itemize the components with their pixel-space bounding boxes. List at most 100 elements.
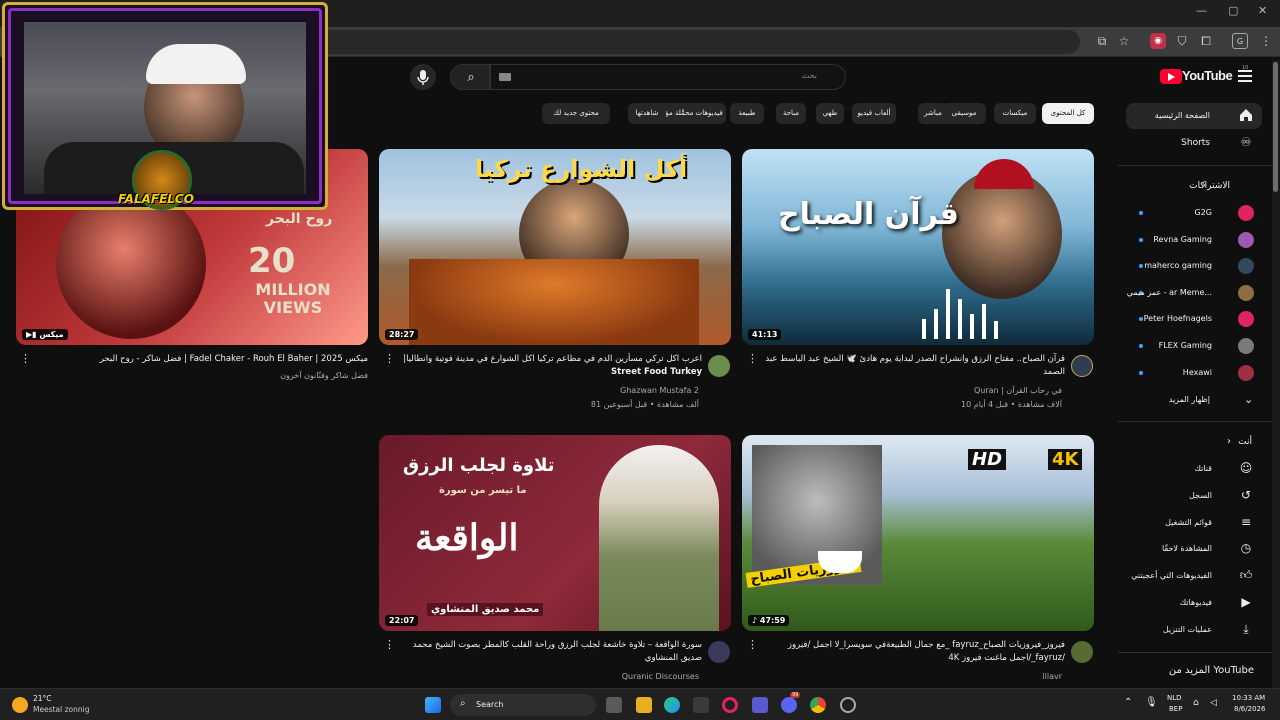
search-input[interactable]: بحث: [490, 64, 846, 90]
store-icon[interactable]: [693, 697, 709, 713]
youtube-logo[interactable]: YouTube 10: [1160, 65, 1248, 86]
volume-icon[interactable]: ◁: [1210, 698, 1217, 708]
taskbar-search[interactable]: ⌕ Search: [450, 694, 596, 716]
sidebar-item-you[interactable]: عمليات التنزيل ⤓: [1126, 617, 1262, 643]
sidebar-item-home[interactable]: الصفحة الرئيسية: [1126, 103, 1262, 129]
sidebar-item-subscription[interactable]: FLEX Gaming: [1126, 333, 1262, 359]
start-windows-icon[interactable]: [425, 697, 441, 713]
more-options-icon[interactable]: ⋮: [384, 639, 395, 650]
chrome-icon[interactable]: [810, 697, 826, 713]
sidebar-item-label: FLEX Gaming: [1158, 341, 1212, 350]
video-channel[interactable]: فضل شاكر وفنّانون آخرون: [30, 371, 368, 380]
sidebar-item-you[interactable]: قناتك ☺: [1126, 456, 1262, 482]
channel-avatar[interactable]: [1071, 641, 1093, 663]
chip-4[interactable]: ألعاب فيديو: [852, 103, 896, 124]
video-thumbnail[interactable]: تلاوة لجلب الرزق ما تيسر من سورة الواقعة…: [379, 435, 731, 631]
chevron-up-icon[interactable]: ⌃: [1124, 697, 1132, 708]
search-button[interactable]: ⌕: [450, 64, 490, 90]
chip-7[interactable]: طبيعة: [730, 103, 764, 124]
file-explorer-icon[interactable]: [636, 697, 652, 713]
video-title[interactable]: ميكس Fadel Chaker - Rouh El Baher | 2025…: [30, 353, 368, 367]
minimize-icon[interactable]: —: [1196, 4, 1207, 17]
subscriptions-heading[interactable]: الاشتراكات: [1189, 181, 1230, 191]
sidebar-item-subscription[interactable]: G2G: [1126, 200, 1262, 226]
sidebar-item-subscription[interactable]: Revna Gaming: [1126, 227, 1262, 253]
sidebar-item-label: عمر ميمي - ar Meme...: [1126, 287, 1212, 297]
channel-avatar[interactable]: [708, 355, 730, 377]
channel-avatar[interactable]: [1071, 355, 1093, 377]
extensions-puzzle-icon[interactable]: ⧠: [1198, 33, 1214, 49]
sidebar-item-you[interactable]: فيديوهاتك ▶: [1126, 590, 1262, 616]
voice-search-button[interactable]: [410, 64, 436, 90]
task-view-icon[interactable]: [606, 697, 622, 713]
weather-desc[interactable]: Meestal zonnig: [33, 705, 90, 714]
extension-icon[interactable]: ◉: [1150, 33, 1166, 49]
chip-9[interactable]: شاهدتها: [628, 103, 666, 124]
obs-icon[interactable]: [840, 697, 856, 713]
windows-taskbar: 21°C Meestal zonnig ⌕ Search 99 ⌃ 🎙︎ NLD…: [0, 688, 1280, 720]
weather-temp[interactable]: 21°C: [33, 694, 52, 703]
edge-browser-icon[interactable]: [664, 697, 680, 713]
sidebar-item-you[interactable]: قوائم التشغيل ≡: [1126, 510, 1262, 536]
video-title[interactable]: سورة الواقعة – تلاوة خاشعة لجلب الرزق ور…: [396, 639, 702, 667]
video-channel[interactable]: Quran | في رحاب القرآن: [759, 386, 1062, 395]
thumbnail-cup: [818, 551, 862, 573]
sidebar-divider: [1118, 652, 1272, 653]
more-options-icon[interactable]: ⋮: [747, 639, 758, 650]
language-code[interactable]: NLD: [1167, 694, 1182, 702]
video-duration: 22:07: [385, 615, 419, 626]
sidebar-item-subscription[interactable]: Peter Hoefnagels: [1126, 306, 1262, 332]
video-thumbnail[interactable]: أكل الشوارع تركيا 28:27: [379, 149, 731, 345]
chip-10[interactable]: محتوى جديد لك: [542, 103, 610, 124]
chip-3[interactable]: مباشر: [918, 103, 948, 124]
sidebar-item-subscription[interactable]: عمر ميمي - ar Meme...: [1126, 280, 1262, 306]
sidebar-item-label: السجل: [1188, 490, 1212, 500]
browser-menu-icon[interactable]: ⋮: [1258, 33, 1274, 49]
profile-icon[interactable]: G: [1232, 33, 1248, 49]
mic-tray-icon[interactable]: 🎙︎: [1145, 697, 1158, 708]
shield-icon[interactable]: ⛉: [1174, 33, 1190, 49]
video-title[interactable]: قرآن الصباح.. مفتاح الرزق وانشراح الصدر …: [759, 353, 1065, 381]
maximize-icon[interactable]: ▢: [1228, 4, 1238, 17]
more-options-icon[interactable]: ⋮: [384, 353, 395, 364]
sidebar-item-shorts[interactable]: Shorts ♾: [1126, 130, 1262, 156]
cast-icon[interactable]: ⧉: [1094, 33, 1110, 49]
more-options-icon[interactable]: ⋮: [747, 353, 758, 364]
close-icon[interactable]: ✕: [1258, 4, 1267, 17]
scrollbar-thumb[interactable]: [1273, 62, 1278, 192]
bookmark-star-icon[interactable]: ☆: [1116, 33, 1132, 49]
video-thumbnail[interactable]: HD 4K فيروزيات الصباح ♪ 47:59: [742, 435, 1094, 631]
chip-0[interactable]: كل المحتوى: [1042, 103, 1094, 124]
video-channel[interactable]: Quranic Discourses: [396, 672, 699, 681]
chip-5[interactable]: طهي: [816, 103, 844, 124]
sidebar-item-subscription[interactable]: Hexawi: [1126, 360, 1262, 386]
sidebar-show-more[interactable]: إظهار المزيد ⌄: [1126, 387, 1262, 413]
sidebar-item-subscription[interactable]: maherco gaming: [1126, 253, 1262, 279]
keyboard-layout[interactable]: BEP: [1169, 705, 1182, 713]
weather-sun-icon[interactable]: [12, 697, 28, 713]
you-heading[interactable]: أنت: [1238, 437, 1252, 447]
clock-date[interactable]: 8/6/2026: [1234, 705, 1265, 713]
opera-icon[interactable]: [722, 697, 738, 713]
sidebar-item-you[interactable]: السجل ↺: [1126, 483, 1262, 509]
clock-time[interactable]: 10:33 AM: [1232, 694, 1265, 702]
discord-icon[interactable]: [781, 697, 797, 713]
sidebar-item-you[interactable]: المشاهدة لاحقًا ◷: [1126, 536, 1262, 562]
search-placeholder: بحث: [801, 71, 817, 80]
video-title[interactable]: اعرب اكل تركي مسأرين الدم في مطاعم تركيا…: [396, 353, 702, 381]
video-title[interactable]: فيروز_فيروزيات الصباح_fayruz _مع جمال ال…: [759, 639, 1065, 667]
channel-avatar[interactable]: [708, 641, 730, 663]
video-channel[interactable]: Ghazwan Mustafa 2: [396, 386, 699, 395]
menu-icon[interactable]: [1238, 70, 1252, 82]
more-options-icon[interactable]: ⋮: [20, 353, 31, 364]
chip-1[interactable]: ميكسات: [994, 103, 1036, 124]
app-icon[interactable]: [752, 697, 768, 713]
url-field[interactable]: [310, 30, 1080, 54]
chip-6[interactable]: مباحة: [776, 103, 806, 124]
chip-2[interactable]: موسيقى: [942, 103, 986, 124]
keyboard-icon[interactable]: [499, 73, 511, 81]
video-channel[interactable]: lilavr: [759, 672, 1062, 681]
video-thumbnail[interactable]: قرآن الصباح 41:13: [742, 149, 1094, 345]
network-icon[interactable]: ⌂: [1193, 698, 1199, 708]
sidebar-item-you[interactable]: الفيديوهات التي أعجبتني 👍︎: [1126, 563, 1262, 589]
